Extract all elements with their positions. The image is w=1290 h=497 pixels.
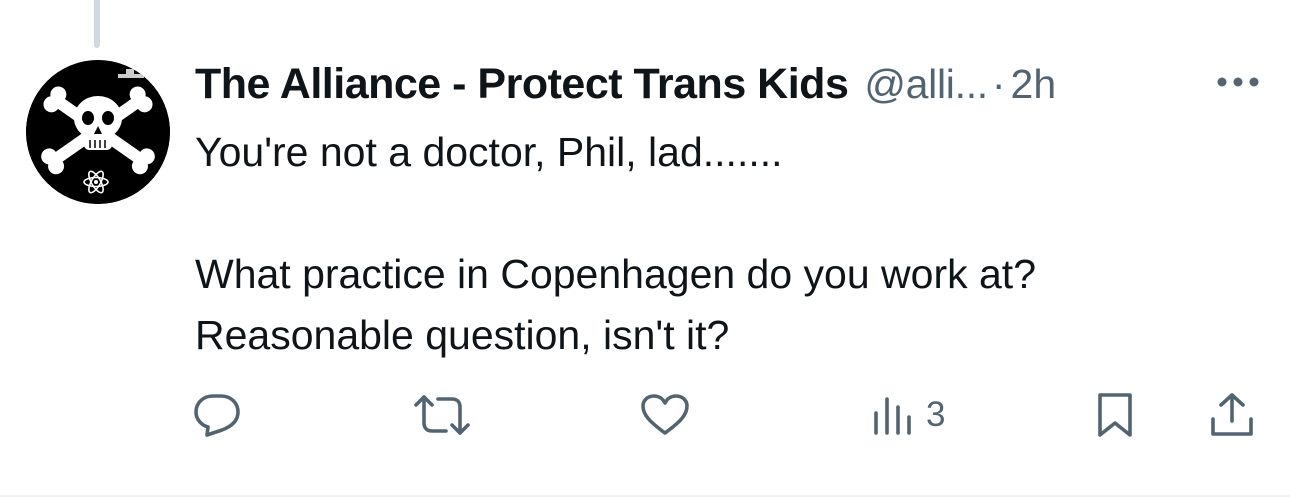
tweet-header: The Alliance - Protect Trans Kids @alli.…: [195, 56, 1195, 112]
retweet-icon: [414, 395, 470, 435]
like-button[interactable]: [640, 390, 690, 440]
share-button[interactable]: [1208, 390, 1256, 440]
bookmark-button[interactable]: [1096, 390, 1134, 440]
display-name[interactable]: The Alliance - Protect Trans Kids: [195, 60, 849, 109]
more-button[interactable]: [1210, 60, 1266, 104]
tweet-text: You're not a doctor, Phil, lad....... Wh…: [195, 122, 1255, 366]
user-handle[interactable]: @alli...: [864, 61, 988, 108]
bar-chart-icon: [874, 397, 911, 435]
thread-line: [94, 0, 100, 48]
heart-icon: [641, 394, 689, 435]
more-icon: [1217, 77, 1259, 87]
share-icon: [1211, 393, 1253, 436]
reply-button[interactable]: [193, 390, 241, 440]
tweet-line: What practice in Copenhagen do you work …: [195, 251, 1037, 297]
skull-crossbones-logo: [26, 60, 170, 204]
tweet-line: Reasonable question, isn't it?: [195, 312, 730, 358]
tweet-line: You're not a doctor, Phil, lad.......: [195, 129, 783, 175]
timestamp[interactable]: 2h: [1011, 61, 1057, 108]
views-button[interactable]: 3: [872, 390, 945, 440]
bookmark-icon: [1098, 393, 1132, 437]
reply-icon: [194, 394, 240, 437]
separator-dot: ·: [991, 60, 1006, 107]
retweet-button[interactable]: [412, 390, 472, 440]
avatar[interactable]: [26, 60, 170, 204]
views-count: 3: [926, 395, 946, 434]
action-bar: 3: [0, 390, 1290, 440]
